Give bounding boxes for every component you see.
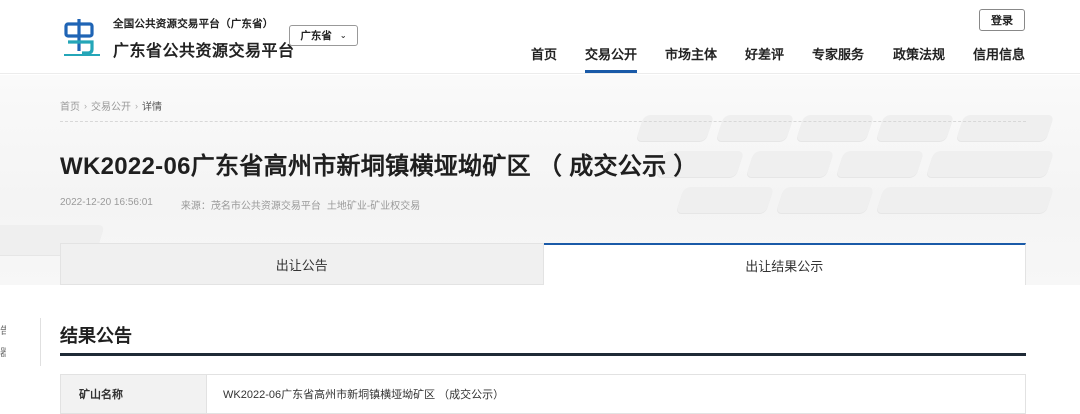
breadcrumb-current: 详情: [142, 102, 162, 113]
chevron-right-icon: ›: [135, 100, 138, 111]
nav-item-credit[interactable]: 信用信息: [973, 44, 1025, 73]
tab-transfer-result[interactable]: 出让结果公示: [543, 243, 1026, 285]
main-nav: 首页 交易公开 市场主体 好差评 专家服务 政策法规 信用信息: [0, 44, 1080, 74]
login-button[interactable]: 登录: [979, 9, 1025, 31]
notice-tabs: 出让公告 出让结果公示: [60, 243, 1026, 285]
nav-item-market-entity[interactable]: 市场主体: [665, 44, 717, 73]
breadcrumb: 首页 › 交易公开 › 详情: [60, 98, 162, 114]
nav-item-trading-public[interactable]: 交易公开: [585, 44, 638, 73]
nav-item-review[interactable]: 好差评: [745, 44, 784, 73]
side-divider: [40, 318, 41, 366]
row-label: 矿山名称: [61, 375, 207, 413]
section-divider: [60, 353, 1026, 356]
nav-item-policy[interactable]: 政策法规: [893, 44, 945, 73]
region-select-value: 广东省: [300, 30, 332, 42]
chevron-right-icon: ›: [84, 100, 87, 111]
breadcrumb-trading-public[interactable]: 交易公开: [91, 98, 131, 113]
page-title: WK2022-06广东省高州市新垌镇横垭坳矿区 （ 成交公示 ）: [60, 153, 698, 180]
nav-item-home[interactable]: 首页: [531, 44, 557, 73]
side-menu-fragment[interactable]: 告: [0, 322, 6, 337]
tab-transfer-notice[interactable]: 出让公告: [60, 243, 544, 285]
logo-subtitle: 全国公共资源交易平台（广东省）: [113, 18, 274, 30]
table-row: 矿山名称 WK2022-06广东省高州市新垌镇横垭坳矿区 （成交公示）: [60, 374, 1026, 414]
breadcrumb-divider: [60, 121, 1026, 122]
article-meta: 2022-12-20 16:56:01 来源：茂名市公共资源交易平台 土地矿业-…: [60, 197, 420, 212]
section-title: 结果公告: [60, 326, 132, 346]
category-label: 土地矿业-矿业权交易: [326, 201, 421, 212]
site-header: 全国公共资源交易平台（广东省） 广东省公共资源交易平台 广东省 ⌄ 登录 首页 …: [0, 0, 1080, 74]
breadcrumb-home[interactable]: 首页: [60, 98, 80, 113]
nav-item-expert-service[interactable]: 专家服务: [812, 44, 864, 73]
source-label: 来源：茂名市公共资源交易平台: [180, 201, 321, 212]
side-menu-fragment[interactable]: 器: [0, 344, 6, 359]
publish-datetime: 2022-12-20 16:56:01: [60, 197, 153, 208]
chevron-down-icon: ⌄: [339, 31, 347, 40]
region-select[interactable]: 广东省 ⌄: [289, 25, 358, 46]
row-value: WK2022-06广东省高州市新垌镇横垭坳矿区 （成交公示）: [223, 389, 505, 401]
